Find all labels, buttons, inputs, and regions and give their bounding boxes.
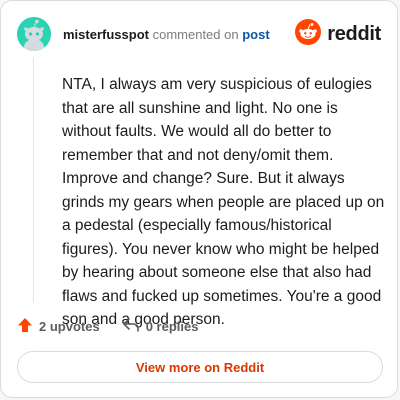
upvotes-count: 2 upvotes — [39, 319, 100, 334]
comment-actions: 2 upvotes 0 replies — [17, 317, 198, 336]
upvote-arrow-icon — [17, 317, 33, 336]
replies-count: 0 replies — [145, 319, 199, 334]
commented-on-text: commented on — [152, 27, 239, 42]
comment-body: NTA, I always am very suspicious of eulo… — [62, 76, 385, 328]
view-more-button[interactable]: View more on Reddit — [17, 351, 383, 383]
upvote-button[interactable]: 2 upvotes — [17, 317, 100, 336]
thread-line — [33, 57, 34, 303]
reddit-wordmark: reddit — [327, 23, 381, 45]
username-link[interactable]: misterfusspot — [63, 27, 149, 42]
reddit-logo-icon — [295, 19, 322, 50]
reply-button[interactable]: 0 replies — [122, 317, 199, 336]
comment-card: misterfusspot commented on post reddit N… — [0, 0, 398, 398]
reddit-brand[interactable]: reddit — [295, 19, 381, 50]
post-link[interactable]: post — [242, 27, 269, 42]
comment-header: misterfusspot commented on post — [63, 27, 270, 42]
reply-arrow-icon — [122, 317, 140, 336]
snoo-avatar-icon[interactable] — [17, 17, 51, 51]
